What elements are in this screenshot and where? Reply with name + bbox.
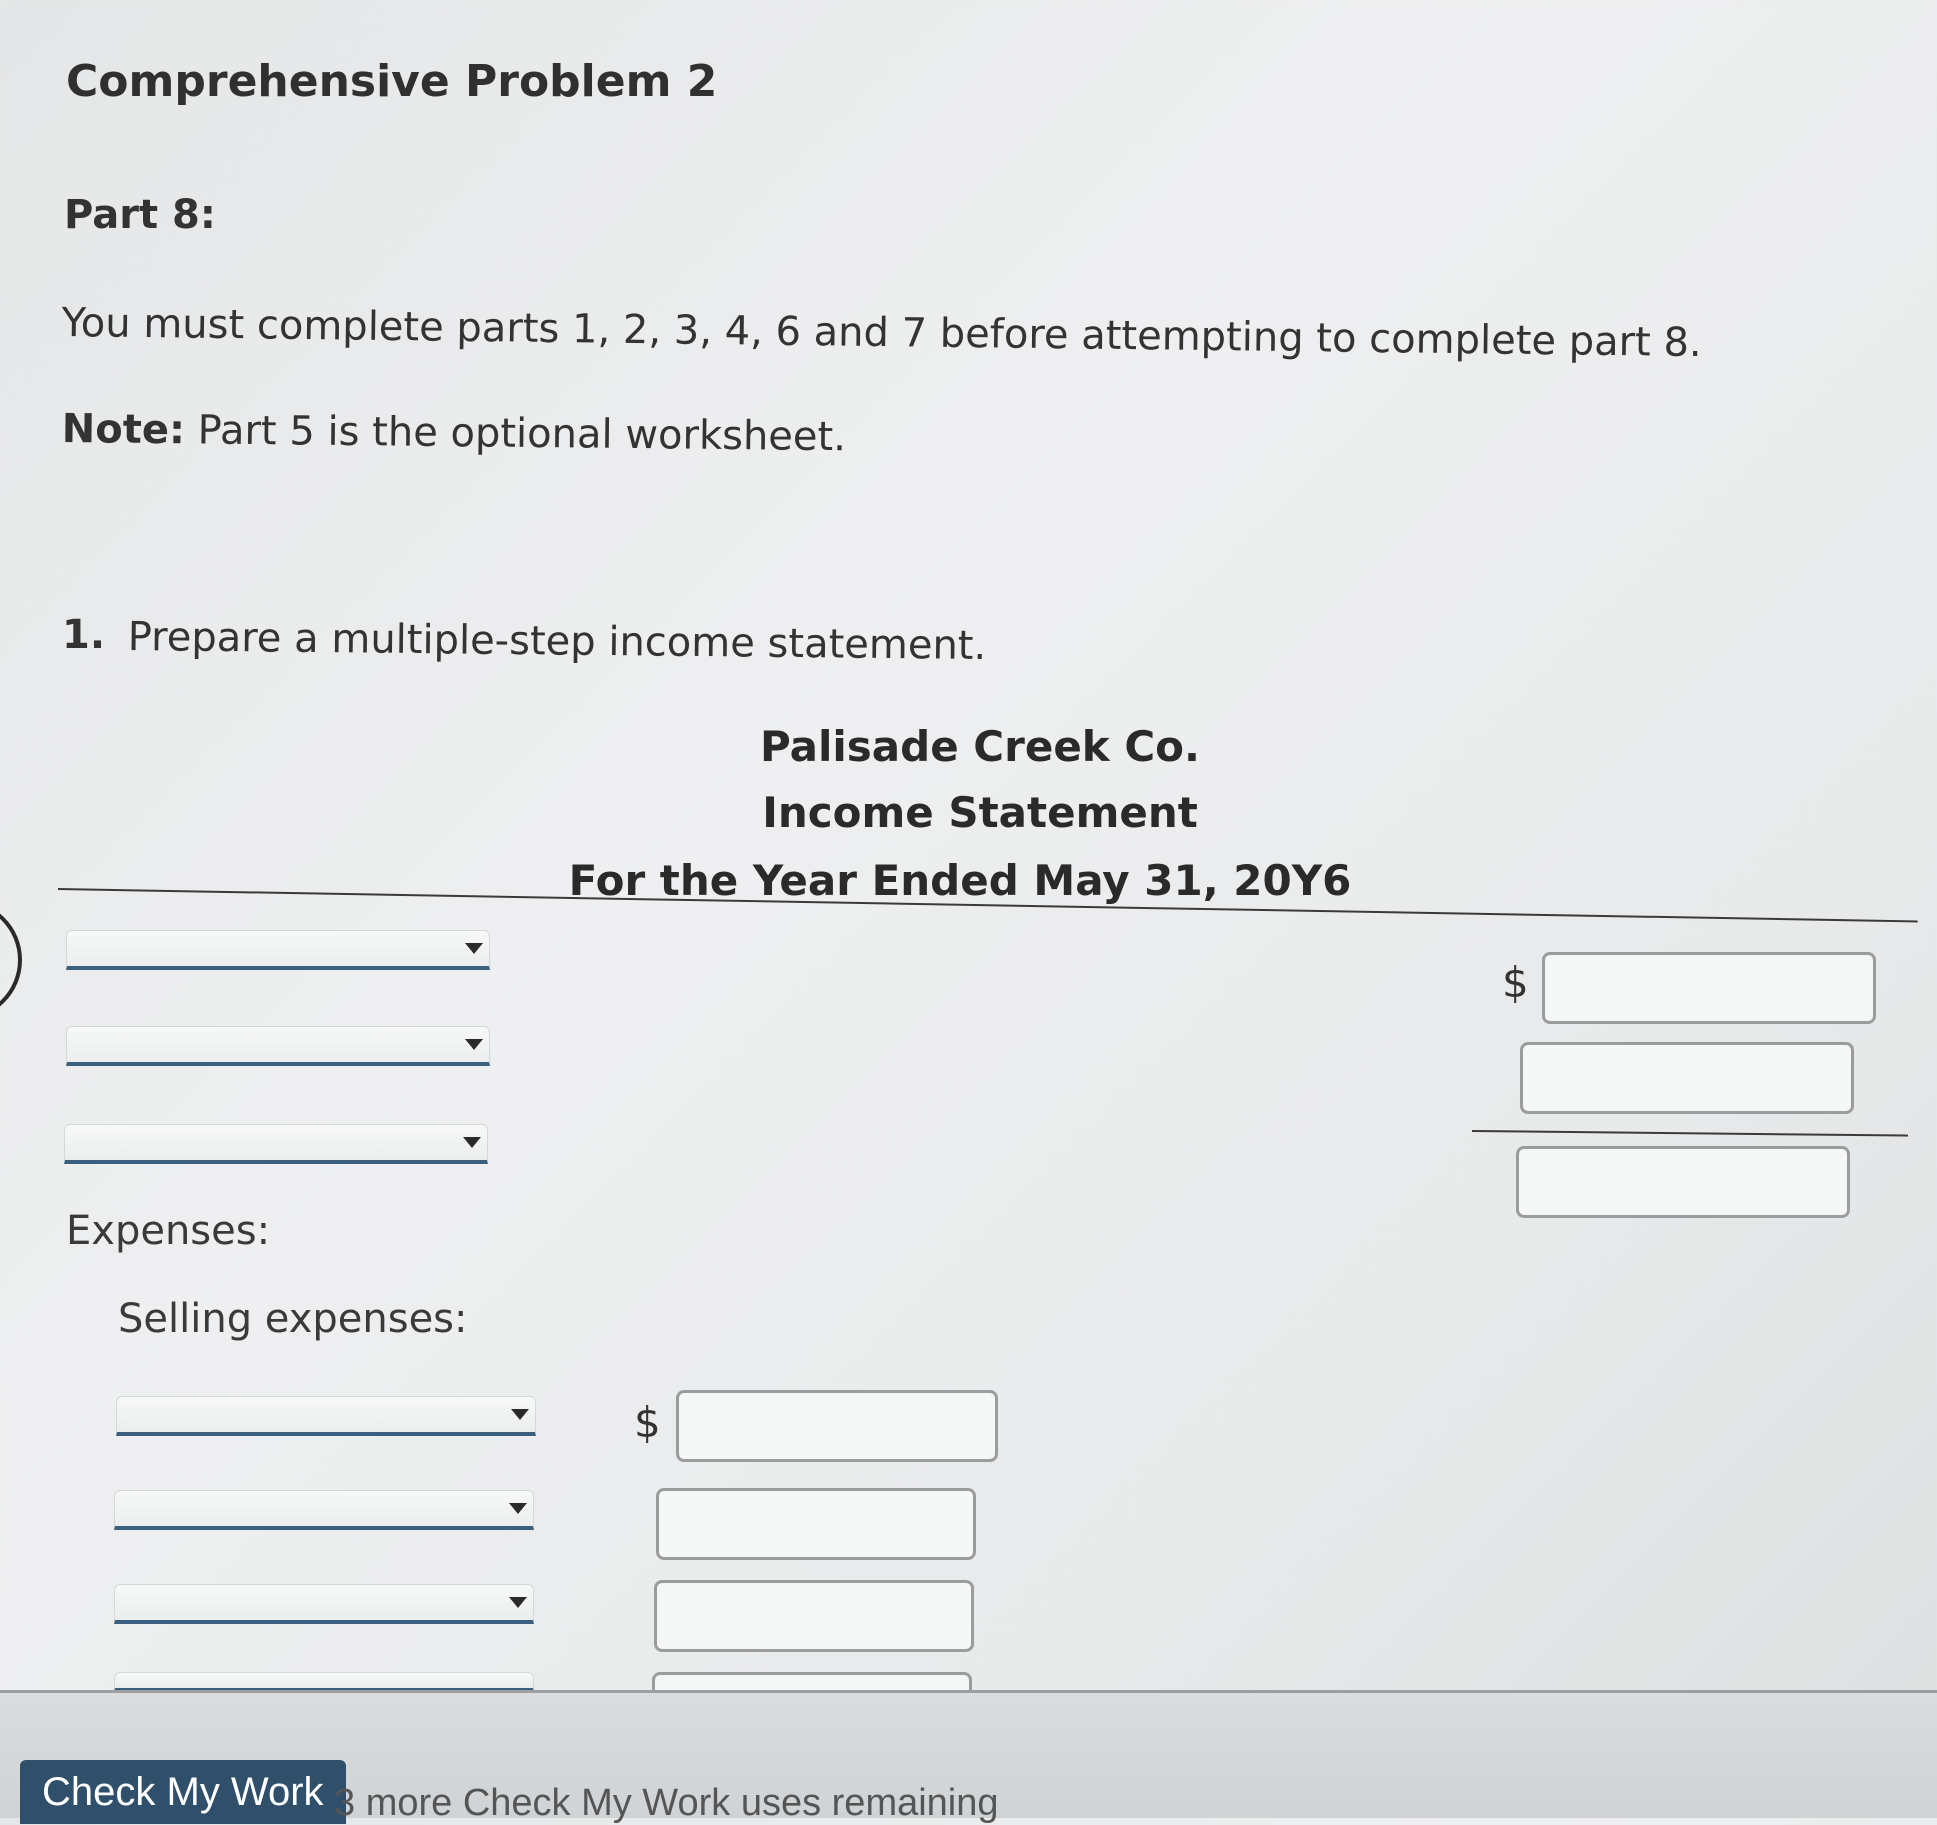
part-heading: Part 8: — [64, 192, 216, 238]
subtotal-rule — [1471, 1130, 1908, 1137]
revenue-line-3-amount[interactable] — [1516, 1146, 1850, 1218]
note-text: Note: Part 5 is the optional worksheet. — [62, 406, 847, 460]
check-my-work-button[interactable]: Check My Work — [20, 1760, 346, 1824]
note-label: Note: — [61, 406, 186, 454]
selling-expense-3-amount[interactable] — [654, 1580, 974, 1652]
question-text: Prepare a multiple-step income statement… — [127, 614, 987, 669]
revenue-line-3-select[interactable] — [64, 1124, 488, 1164]
company-name: Palisade Creek Co. — [760, 722, 1200, 771]
selling-expense-2-amount[interactable] — [656, 1488, 976, 1560]
dollar-sign: $ — [634, 1398, 661, 1447]
revenue-line-2-amount[interactable] — [1520, 1042, 1854, 1114]
remaining-uses-text: 3 more Check My Work uses remaining — [334, 1782, 999, 1824]
revenue-line-1-select[interactable] — [66, 930, 490, 970]
selling-expense-4-select[interactable] — [114, 1672, 534, 1692]
chevron-down-icon — [511, 1409, 529, 1420]
problem-title: Comprehensive Problem 2 — [66, 56, 718, 107]
revenue-line-2-select[interactable] — [66, 1026, 490, 1066]
chevron-down-icon — [465, 943, 483, 954]
selling-expense-2-select[interactable] — [114, 1490, 534, 1530]
statement-period: For the Year Ended May 31, 20Y6 — [568, 856, 1352, 905]
revenue-line-1-amount[interactable] — [1542, 952, 1876, 1024]
expenses-label: Expenses: — [66, 1208, 271, 1254]
chevron-down-icon — [465, 1039, 483, 1050]
chevron-down-icon — [463, 1137, 481, 1148]
chevron-down-icon — [509, 1503, 527, 1514]
statement-title: Income Statement — [762, 788, 1198, 837]
selling-expense-1-select[interactable] — [116, 1396, 536, 1436]
chevron-down-icon — [509, 1597, 527, 1608]
dollar-sign: $ — [1502, 958, 1529, 1007]
selling-expense-1-amount[interactable] — [676, 1390, 998, 1462]
note-body: Part 5 is the optional worksheet. — [184, 407, 847, 461]
focus-bracket — [0, 900, 22, 1020]
selling-expenses-label: Selling expenses: — [118, 1296, 468, 1342]
selling-expense-3-select[interactable] — [114, 1584, 534, 1624]
question-number: 1. — [62, 612, 106, 658]
prerequisite-text: You must complete parts 1, 2, 3, 4, 6 an… — [61, 300, 1702, 367]
